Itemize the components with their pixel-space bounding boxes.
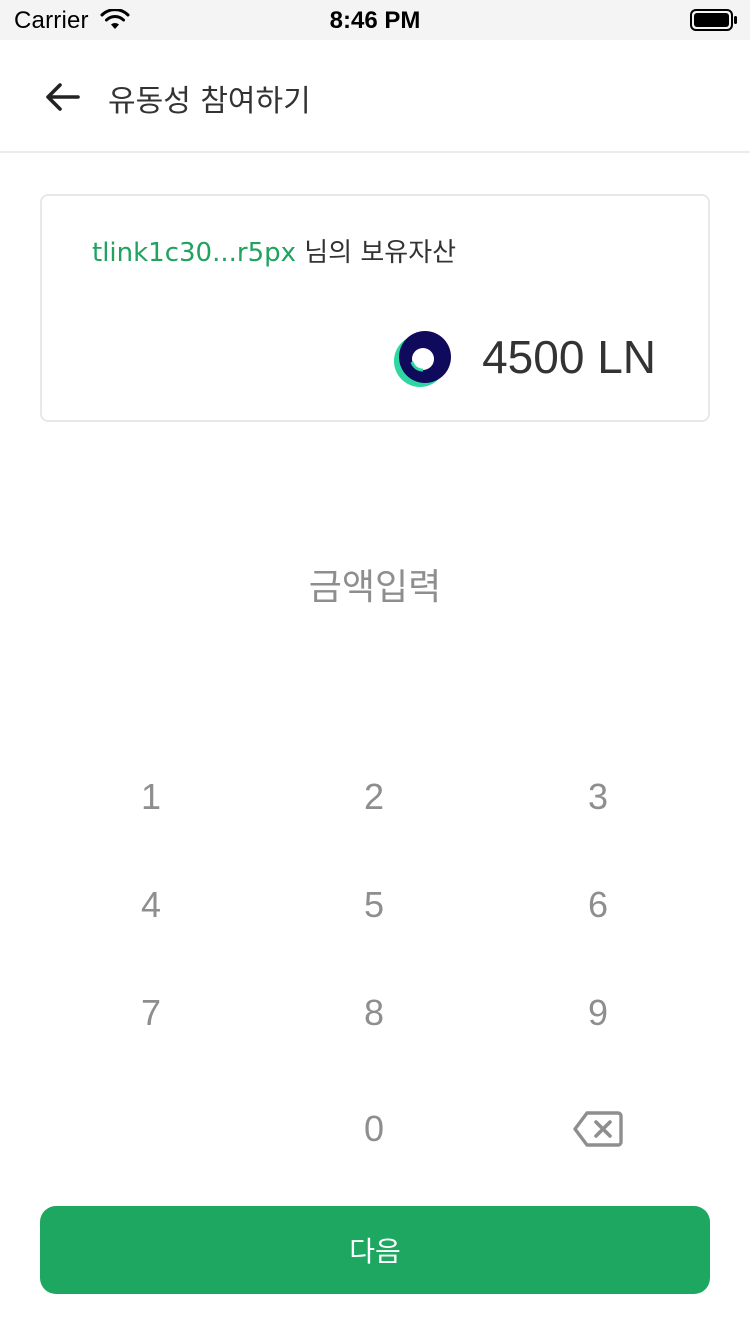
backspace-icon <box>573 1111 623 1147</box>
clock: 8:46 PM <box>329 7 421 34</box>
key-2[interactable]: 2 <box>274 752 474 842</box>
page-title: 유동성 참여하기 <box>108 84 311 119</box>
status-bar: Carrier 8:46 PM <box>0 0 750 40</box>
owner-suffix: 님의 보유자산 <box>296 238 457 268</box>
amount-input[interactable]: 금액입력 <box>0 558 750 610</box>
navigation-bar: 유동성 참여하기 <box>0 40 750 153</box>
key-9[interactable]: 9 <box>498 968 698 1058</box>
key-3[interactable]: 3 <box>498 752 698 842</box>
token-logo-icon <box>394 331 451 387</box>
back-arrow-icon <box>46 83 80 111</box>
key-0[interactable]: 0 <box>274 1084 474 1174</box>
key-8[interactable]: 8 <box>274 968 474 1058</box>
key-5[interactable]: 5 <box>274 860 474 950</box>
numeric-keypad: 1 2 3 4 5 6 7 8 9 0 <box>0 740 750 1180</box>
key-1[interactable]: 1 <box>51 752 251 842</box>
back-button[interactable] <box>36 70 90 124</box>
wallet-address: tlink1c30...r5px <box>92 238 297 268</box>
next-button[interactable]: 다음 <box>40 1206 710 1294</box>
battery-icon <box>690 9 737 31</box>
backspace-button[interactable] <box>498 1084 698 1174</box>
asset-card: tlink1c30...r5px 님의 보유자산 4500 LN <box>40 194 710 422</box>
next-button-label: 다음 <box>349 1235 401 1268</box>
key-6[interactable]: 6 <box>498 860 698 950</box>
balance-amount: 4500 LN <box>482 331 656 383</box>
key-7[interactable]: 7 <box>51 968 251 1058</box>
owner-line: tlink1c30...r5px 님의 보유자산 <box>92 232 456 269</box>
key-4[interactable]: 4 <box>51 860 251 950</box>
